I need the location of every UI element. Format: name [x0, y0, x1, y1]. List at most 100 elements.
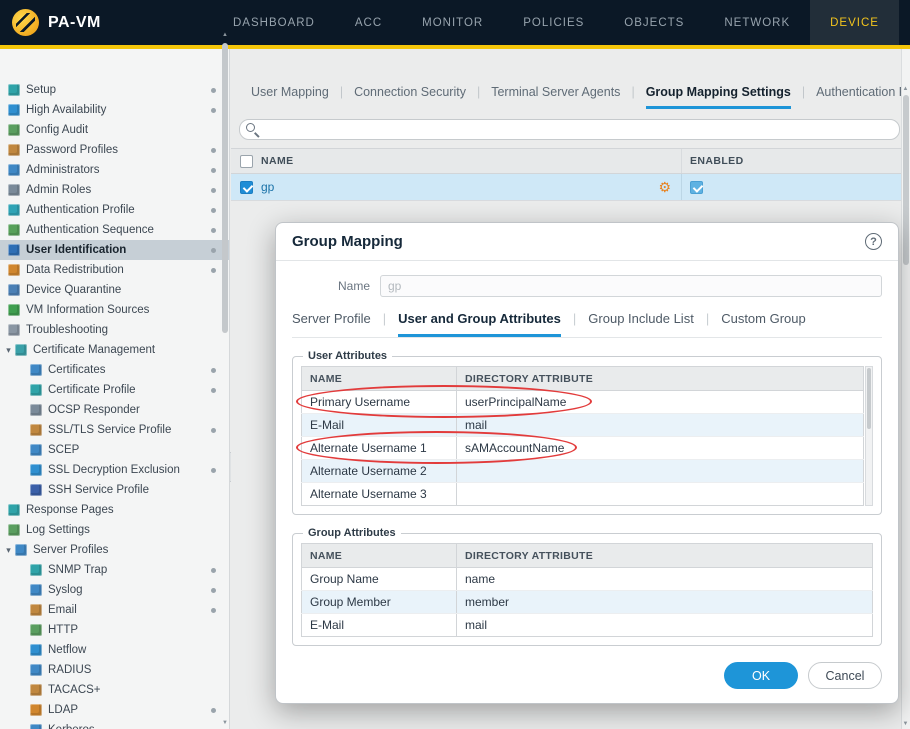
- sidebar-item-certificate-management[interactable]: ▾Certificate Management: [0, 340, 229, 360]
- search-input[interactable]: [239, 119, 900, 140]
- sidebar-item-tacacs[interactable]: TACACS+: [0, 680, 229, 700]
- group-mapping-name-link[interactable]: gp: [261, 180, 274, 194]
- attribute-row-group-member[interactable]: Group Membermember: [302, 591, 873, 614]
- sidebar-item-password-profiles[interactable]: Password Profiles: [0, 140, 229, 160]
- content-scrollbar-thumb[interactable]: [903, 95, 909, 265]
- nav-item-objects[interactable]: OBJECTS: [604, 0, 704, 45]
- sidebar-item-high-availability[interactable]: High Availability: [0, 100, 229, 120]
- chevron-down-icon[interactable]: ▾: [2, 545, 15, 556]
- attribute-row-primary-username[interactable]: Primary UsernameuserPrincipalName: [302, 391, 864, 414]
- brand: PA-VM: [0, 0, 205, 45]
- directory-attribute-cell[interactable]: userPrincipalName: [457, 391, 864, 414]
- directory-attribute-cell[interactable]: mail: [457, 414, 864, 437]
- tab-group-include-list[interactable]: Group Include List: [588, 311, 694, 334]
- sidebar-item-config-audit[interactable]: Config Audit: [0, 120, 229, 140]
- sidebar-item-http[interactable]: HTTP: [0, 620, 229, 640]
- sidebar-item-ssh-service-profile[interactable]: SSH Service Profile: [0, 480, 229, 500]
- attribute-row-alternate-username-2[interactable]: Alternate Username 2: [302, 460, 864, 483]
- attribute-row-alternate-username-3[interactable]: Alternate Username 3: [302, 483, 864, 506]
- attribute-row-e-mail[interactable]: E-Mailmail: [302, 614, 873, 637]
- submenu-dot-icon: [211, 468, 216, 473]
- sidebar-item-authentication-sequence[interactable]: Authentication Sequence: [0, 220, 229, 240]
- sidebar-item-label: Syslog: [48, 584, 211, 596]
- paloalto-logo-icon: [12, 9, 39, 36]
- sidebar-scrollbar-thumb[interactable]: [222, 43, 228, 333]
- sidebar-item-troubleshooting[interactable]: Troubleshooting: [0, 320, 229, 340]
- directory-attribute-cell[interactable]: member: [457, 591, 873, 614]
- sidebar-item-syslog[interactable]: Syslog: [0, 580, 229, 600]
- sidebar-item-ocsp-responder[interactable]: OCSP Responder: [0, 400, 229, 420]
- ssl-tls-lock-icon: [30, 424, 42, 436]
- content-scrollbar[interactable]: ▲ ▼: [901, 49, 910, 729]
- sidebar-item-certificate-profile[interactable]: Certificate Profile: [0, 380, 229, 400]
- row-name-cell: gp ⚙: [261, 180, 681, 194]
- tab-user-and-group-attributes[interactable]: User and Group Attributes: [398, 311, 561, 337]
- chevron-down-icon[interactable]: ▾: [2, 345, 15, 356]
- table-scrollbar[interactable]: [865, 366, 873, 506]
- sidebar-item-vm-information-sources[interactable]: VM Information Sources: [0, 300, 229, 320]
- help-icon[interactable]: ?: [865, 233, 882, 250]
- sidebar-item-user-identification[interactable]: User Identification: [0, 240, 229, 260]
- tab-authentication-portal[interactable]: Authentication Portal: [816, 85, 901, 106]
- nav-item-policies[interactable]: POLICIES: [503, 0, 604, 45]
- sidebar-item-scep[interactable]: SCEP: [0, 440, 229, 460]
- scroll-down-icon[interactable]: ▼: [901, 720, 910, 729]
- cancel-button[interactable]: Cancel: [808, 662, 882, 689]
- sidebar-item-ssl-tls-service-profile[interactable]: SSL/TLS Service Profile: [0, 420, 229, 440]
- tab-server-profile[interactable]: Server Profile: [292, 311, 371, 334]
- nav-item-acc[interactable]: ACC: [335, 0, 402, 45]
- nav-item-dashboard[interactable]: DASHBOARD: [213, 0, 335, 45]
- sidebar-item-email[interactable]: Email: [0, 600, 229, 620]
- nav-item-network[interactable]: NETWORK: [704, 0, 810, 45]
- sidebar-item-ldap[interactable]: LDAP: [0, 700, 229, 720]
- gear-icon[interactable]: ⚙: [658, 180, 681, 194]
- table-row[interactable]: gp ⚙: [231, 174, 910, 201]
- sidebar-item-authentication-profile[interactable]: Authentication Profile: [0, 200, 229, 220]
- top-navigation-bar: PA-VM DASHBOARDACCMONITORPOLICIESOBJECTS…: [0, 0, 910, 45]
- sidebar-scrollbar[interactable]: ▲ ▼: [221, 31, 229, 727]
- directory-attribute-cell[interactable]: sAMAccountName: [457, 437, 864, 460]
- enabled-column-header[interactable]: ENABLED: [681, 149, 910, 173]
- attribute-row-alternate-username-1[interactable]: Alternate Username 1sAMAccountName: [302, 437, 864, 460]
- sidebar-item-certificates[interactable]: Certificates: [0, 360, 229, 380]
- row-select-checkbox[interactable]: [240, 181, 253, 194]
- nav-item-monitor[interactable]: MONITOR: [402, 0, 503, 45]
- sidebar-item-ssl-decryption-exclusion[interactable]: SSL Decryption Exclusion: [0, 460, 229, 480]
- select-all-checkbox[interactable]: [240, 155, 253, 168]
- sidebar-item-log-settings[interactable]: Log Settings: [0, 520, 229, 540]
- enabled-checkbox[interactable]: [690, 181, 703, 194]
- kerberos-icon: [30, 724, 42, 729]
- sidebar-item-netflow[interactable]: Netflow: [0, 640, 229, 660]
- ok-button[interactable]: OK: [724, 662, 798, 689]
- directory-attribute-cell[interactable]: [457, 460, 864, 483]
- name-column-header[interactable]: NAME: [261, 155, 681, 167]
- tab-connection-security[interactable]: Connection Security: [354, 85, 466, 106]
- sidebar-item-server-profiles[interactable]: ▾Server Profiles: [0, 540, 229, 560]
- table-scrollbar-thumb[interactable]: [867, 368, 871, 429]
- attr-name-cell: E-Mail: [302, 414, 457, 437]
- tab-custom-group[interactable]: Custom Group: [721, 311, 806, 334]
- attribute-row-group-name[interactable]: Group Namename: [302, 568, 873, 591]
- sidebar-item-radius[interactable]: RADIUS: [0, 660, 229, 680]
- sidebar-item-kerberos[interactable]: Kerberos: [0, 720, 229, 729]
- directory-attribute-cell[interactable]: mail: [457, 614, 873, 637]
- sidebar-item-admin-roles[interactable]: Admin Roles: [0, 180, 229, 200]
- scroll-down-icon[interactable]: ▼: [221, 719, 229, 727]
- table-header-row: NAME ENABLED: [231, 148, 910, 174]
- tab-group-mapping-settings[interactable]: Group Mapping Settings: [646, 85, 791, 109]
- directory-attribute-cell[interactable]: [457, 483, 864, 506]
- group-attributes-table-wrap: NAME DIRECTORY ATTRIBUTE Group NamenameG…: [301, 543, 873, 637]
- sidebar-item-data-redistribution[interactable]: Data Redistribution: [0, 260, 229, 280]
- nav-item-device[interactable]: DEVICE: [810, 0, 899, 45]
- sidebar-item-snmp-trap[interactable]: SNMP Trap: [0, 560, 229, 580]
- scroll-up-icon[interactable]: ▲: [901, 85, 910, 94]
- tab-user-mapping[interactable]: User Mapping: [251, 85, 329, 106]
- sidebar-item-setup[interactable]: Setup: [0, 80, 229, 100]
- scroll-up-icon[interactable]: ▲: [221, 31, 229, 39]
- tab-terminal-server-agents[interactable]: Terminal Server Agents: [491, 85, 620, 106]
- attribute-row-e-mail[interactable]: E-Mailmail: [302, 414, 864, 437]
- sidebar-item-device-quarantine[interactable]: Device Quarantine: [0, 280, 229, 300]
- directory-attribute-cell[interactable]: name: [457, 568, 873, 591]
- sidebar-item-response-pages[interactable]: Response Pages: [0, 500, 229, 520]
- sidebar-item-administrators[interactable]: Administrators: [0, 160, 229, 180]
